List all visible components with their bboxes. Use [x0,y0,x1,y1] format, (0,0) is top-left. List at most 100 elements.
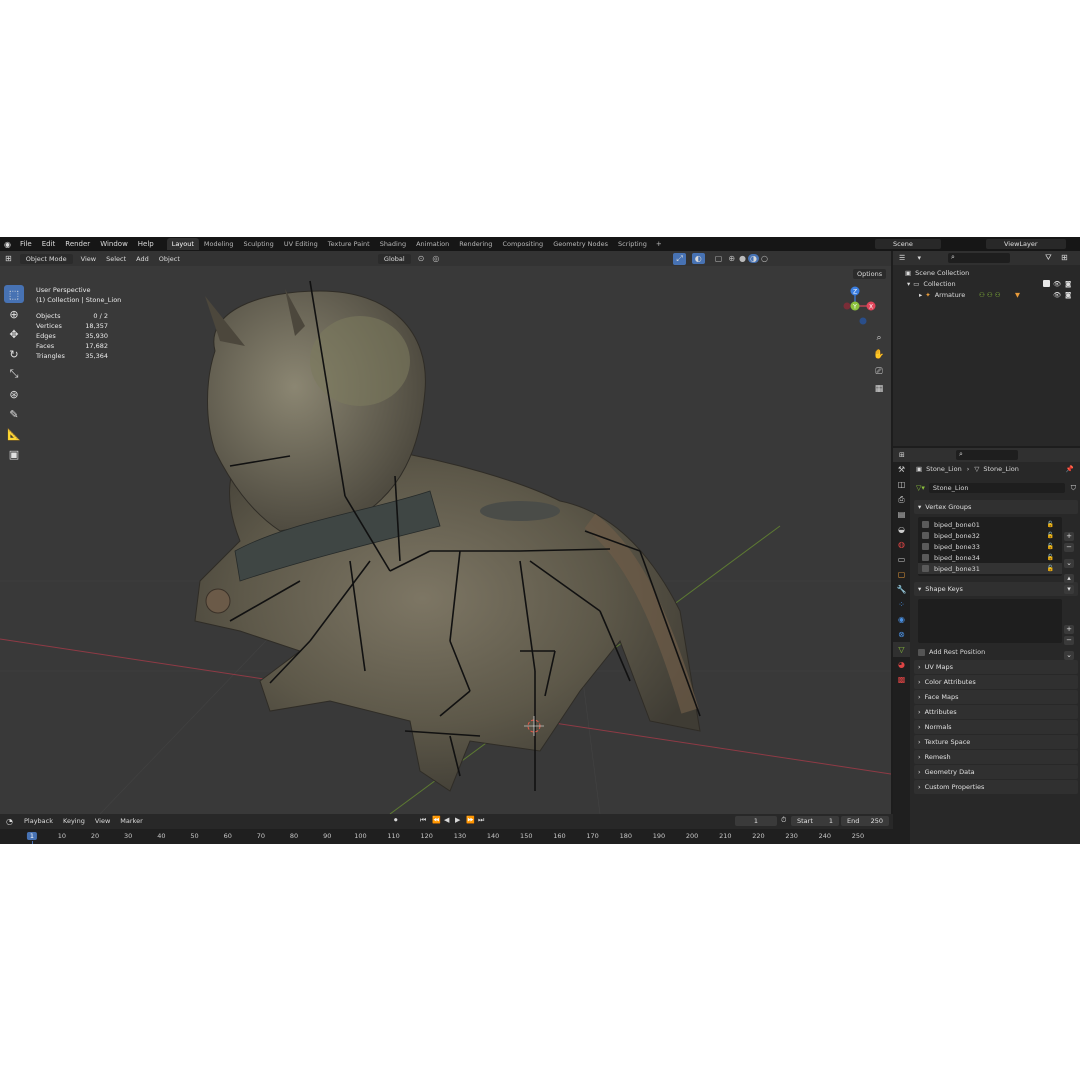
gizmo-toggle-icon[interactable]: ⤢ [673,252,686,265]
visibility-eye-icon[interactable]: 👁 [1053,291,1061,299]
menu-render[interactable]: Render [60,240,95,248]
viewport-menu-add[interactable]: Add [131,254,154,264]
material-tab-icon[interactable]: ◕ [893,657,910,672]
overlay-toggle-icon[interactable]: ◐ [691,253,705,264]
play-reverse-icon[interactable]: ◀ [444,816,449,824]
timeline-menu-keying[interactable]: Keying [58,816,90,826]
outliner-row-scene-collection[interactable]: ▣ Scene Collection [893,267,1080,278]
world-tab-icon[interactable]: ◍ [893,537,910,552]
exclude-checkbox[interactable] [1043,280,1050,287]
playhead-line[interactable] [32,841,33,844]
editor-type-icon[interactable]: ⊞ [0,254,17,263]
render-camera-icon[interactable]: ◙ [1065,280,1071,288]
select-box-tool-icon[interactable]: ⬚ [4,285,24,303]
options-dropdown[interactable]: Options [853,269,887,279]
vertex-groups-list[interactable]: biped_bone01 🔓 biped_bone32 🔓 biped_bone33 🔓b… [918,517,1062,576]
current-frame-field[interactable]: 1 [735,816,777,826]
tab-scripting[interactable]: Scripting [613,238,652,250]
add-cube-tool-icon[interactable]: ▣ [4,445,24,463]
vertex-group-item[interactable]: biped_bone33 🔓 [918,541,1062,552]
fake-user-shield-icon[interactable]: ⛉ [1071,484,1076,493]
panel-normals[interactable]: › Normals [914,720,1078,734]
move-up-button[interactable]: ▴ [1064,574,1074,583]
tab-animation[interactable]: Animation [411,238,454,250]
expand-arrow-icon[interactable]: ▸ [919,291,922,299]
rotate-tool-icon[interactable]: ↻ [4,345,24,363]
pin-icon[interactable]: 📌 [1066,465,1074,473]
zoom-icon[interactable]: ⌕ [872,333,886,347]
timeline-menu-playback[interactable]: Playback [19,816,58,826]
tab-layout[interactable]: Layout [166,238,199,250]
modifier-tab-icon[interactable]: 🔧 [893,582,910,597]
next-keyframe-icon[interactable]: ⏩ [466,816,475,824]
timeline-menu-view[interactable]: View [90,816,115,826]
object-tab-icon[interactable]: ▢ [893,567,910,582]
texture-tab-icon[interactable]: ▩ [893,672,910,687]
transform-tool-icon[interactable]: ⊛ [4,385,24,403]
expand-arrow-icon[interactable]: ▾ [907,280,910,288]
new-collection-icon[interactable]: ⊞ [1061,253,1068,262]
rendered-shading-icon[interactable]: ○ [759,254,770,263]
tab-sculpting[interactable]: Sculpting [238,238,278,250]
wireframe-shading-icon[interactable]: ⊕ [726,254,737,263]
jump-start-icon[interactable]: ⏮ [420,816,426,825]
vertex-group-specials-button[interactable]: ⌄ [1064,559,1074,568]
mesh-name-field[interactable]: Stone_Lion [928,483,1065,493]
measure-tool-icon[interactable]: 📐 [4,425,24,443]
start-frame-field[interactable]: Start 1 [791,816,839,826]
lock-icon[interactable]: 🔓 [1047,565,1054,572]
add-vertex-group-button[interactable]: + [1064,532,1074,541]
add-workspace-button[interactable]: + [652,240,666,248]
cursor-tool-icon[interactable]: ⊕ [4,305,24,323]
lock-icon[interactable]: 🔓 [1047,532,1054,539]
mode-selector[interactable]: Object Mode [19,253,73,264]
vertex-group-item[interactable]: biped_bone01 🔓 [918,519,1062,530]
jump-end-icon[interactable]: ⏭ [478,816,484,825]
annotate-tool-icon[interactable]: ✎ [4,405,24,423]
outliner-row-collection[interactable]: ▾ ▭ Collection 👁 ◙ [893,278,1080,289]
perspective-toggle-icon[interactable]: ▦ [872,384,886,398]
outliner-search-field[interactable]: ⌕ [948,253,1010,263]
vertex-group-item[interactable]: biped_bone31 🔓 [918,563,1062,574]
vertex-groups-panel-header[interactable]: ▾ Vertex Groups [914,500,1078,514]
panel-uv-maps[interactable]: › UV Maps [914,660,1078,674]
proportional-edit-icon[interactable]: ◎ [428,254,443,263]
tab-modeling[interactable]: Modeling [199,238,239,250]
tab-geometry-nodes[interactable]: Geometry Nodes [548,238,613,250]
panel-custom-properties[interactable]: › Custom Properties [914,780,1078,794]
properties-search-field[interactable]: ⌕ [956,450,1018,460]
scale-tool-icon[interactable]: ⤡ [4,365,24,383]
move-tool-icon[interactable]: ✥ [4,325,24,343]
render-camera-icon[interactable]: ◙ [1065,291,1071,299]
prev-keyframe-icon[interactable]: ⏪ [432,816,441,824]
particles-tab-icon[interactable]: ⁘ [893,597,910,612]
visibility-eye-icon[interactable]: 👁 [1053,280,1061,288]
outliner-filter-icon[interactable]: ⛛ [1045,253,1052,263]
outliner-row-armature[interactable]: ▸ ✦ Armature ⚇ ⚇ ⚇ ▼ 👁 ◙ [893,289,1080,300]
panel-attributes[interactable]: › Attributes [914,705,1078,719]
tab-uv-editing[interactable]: UV Editing [279,238,323,250]
viewport-menu-select[interactable]: Select [101,254,131,264]
remove-shape-key-button[interactable]: − [1064,636,1074,645]
constraints-tab-icon[interactable]: ⊗ [893,627,910,642]
timeline-menu-marker[interactable]: Marker [115,816,147,826]
camera-view-icon[interactable]: ⎚ [872,367,886,381]
current-frame-marker[interactable]: 1 [26,832,38,840]
output-tab-icon[interactable]: ⎙ [893,492,910,507]
blender-logo-icon[interactable]: ◉ [0,240,15,249]
properties-editor-type-icon[interactable]: ⊞ [893,448,911,462]
collection-tab-icon[interactable]: ▭ [893,552,910,567]
panel-face-maps[interactable]: › Face Maps [914,690,1078,704]
play-icon[interactable]: ▶ [455,816,460,824]
tab-shading[interactable]: Shading [375,238,411,250]
panel-remesh[interactable]: › Remesh [914,750,1078,764]
menu-file[interactable]: File [15,240,37,248]
snap-icon[interactable]: ⊙ [414,254,429,263]
material-shading-icon[interactable]: ◑ [748,254,759,263]
remove-vertex-group-button[interactable]: − [1064,543,1074,552]
lock-icon[interactable]: 🔓 [1047,521,1054,528]
end-frame-field[interactable]: End 250 [841,816,889,826]
panel-geometry-data[interactable]: › Geometry Data [914,765,1078,779]
vertex-group-item[interactable]: biped_bone32 🔓 [918,530,1062,541]
scene-tab-icon[interactable]: ◒ [893,522,910,537]
